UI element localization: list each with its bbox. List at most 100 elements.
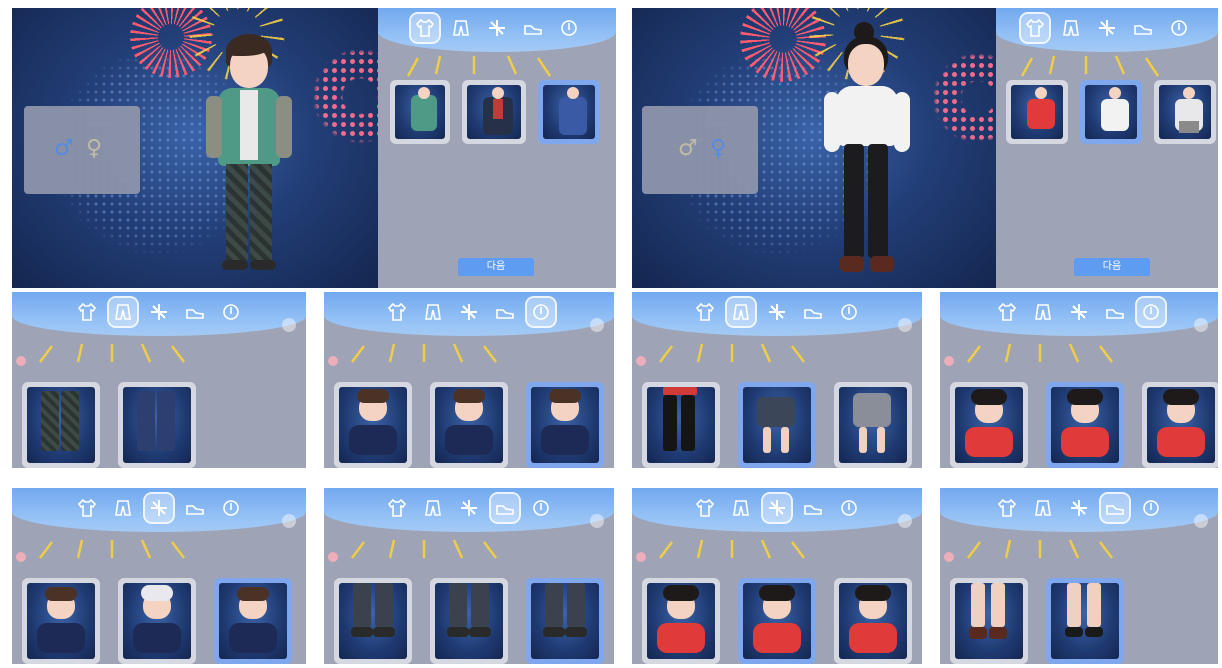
- face-icon[interactable]: [527, 298, 555, 326]
- outfit-option-selected[interactable]: [538, 80, 600, 144]
- face-icon[interactable]: [835, 298, 863, 326]
- face-icon[interactable]: [1137, 494, 1165, 522]
- next-button[interactable]: 다음: [458, 258, 534, 276]
- hair-icon[interactable]: [1065, 494, 1093, 522]
- hair-icon[interactable]: [455, 494, 483, 522]
- option[interactable]: [118, 578, 196, 664]
- option-selected[interactable]: [1046, 578, 1124, 664]
- shoes-icon[interactable]: [491, 298, 519, 326]
- pants-icon[interactable]: [727, 298, 755, 326]
- option-selected[interactable]: [214, 578, 292, 664]
- option[interactable]: [642, 382, 720, 468]
- shirt-icon[interactable]: [73, 298, 101, 326]
- option[interactable]: [950, 382, 1028, 468]
- shoes-icon[interactable]: [1129, 14, 1157, 42]
- shoes-icon[interactable]: [1101, 298, 1129, 326]
- pants-icon[interactable]: [1057, 14, 1085, 42]
- face-icon[interactable]: [217, 298, 245, 326]
- shoes-icon[interactable]: [181, 298, 209, 326]
- option-selected[interactable]: [1046, 382, 1124, 468]
- light-rays: [351, 539, 497, 559]
- option[interactable]: [430, 382, 508, 468]
- hair-icon[interactable]: [483, 14, 511, 42]
- shoes-icon[interactable]: [181, 494, 209, 522]
- shirt-icon[interactable]: [411, 14, 439, 42]
- hair-icon[interactable]: [763, 494, 791, 522]
- option[interactable]: [834, 578, 912, 664]
- option[interactable]: [334, 382, 412, 468]
- option[interactable]: [1142, 382, 1218, 468]
- outfit-option[interactable]: [390, 80, 450, 144]
- pants-icon[interactable]: [419, 298, 447, 326]
- option[interactable]: [430, 578, 508, 664]
- shirt-icon[interactable]: [993, 494, 1021, 522]
- pants-icon[interactable]: [1029, 298, 1057, 326]
- customize-panel: [632, 488, 922, 664]
- pants-icon[interactable]: [1029, 494, 1057, 522]
- decoration: [944, 552, 954, 562]
- shoes-icon[interactable]: [1101, 494, 1129, 522]
- hair-icon[interactable]: [455, 298, 483, 326]
- face-icon[interactable]: [555, 14, 583, 42]
- option[interactable]: [950, 578, 1028, 664]
- customize-panel: [12, 292, 306, 468]
- decoration: [328, 356, 338, 366]
- customize-panel: [632, 292, 922, 468]
- option[interactable]: [834, 382, 912, 468]
- option[interactable]: [642, 578, 720, 664]
- male-gender-icon[interactable]: ♂: [54, 136, 74, 161]
- face-icon[interactable]: [1165, 14, 1193, 42]
- face-icon[interactable]: [217, 494, 245, 522]
- face-icon[interactable]: [835, 494, 863, 522]
- outfit-option[interactable]: [1006, 80, 1068, 144]
- customize-panel-female-shirt: 다음: [996, 8, 1218, 288]
- hair-icon[interactable]: [145, 494, 173, 522]
- option-selected[interactable]: [526, 382, 604, 468]
- shoes-icon[interactable]: [491, 494, 519, 522]
- shirt-icon[interactable]: [1021, 14, 1049, 42]
- female-gender-icon[interactable]: ♀: [86, 136, 102, 161]
- option[interactable]: [22, 382, 100, 468]
- female-gender-icon[interactable]: ♀: [710, 136, 726, 161]
- shoes-icon[interactable]: [799, 298, 827, 326]
- option[interactable]: [334, 578, 412, 664]
- next-button[interactable]: 다음: [1074, 258, 1150, 276]
- light-rays: [39, 539, 185, 559]
- outfit-option-selected[interactable]: [1080, 80, 1142, 144]
- outfit-option[interactable]: [1154, 80, 1216, 144]
- hair-icon[interactable]: [1065, 298, 1093, 326]
- category-bar: [324, 488, 614, 532]
- pants-icon[interactable]: [447, 14, 475, 42]
- shoes-icon[interactable]: [799, 494, 827, 522]
- decoration: [16, 552, 26, 562]
- pants-icon[interactable]: [419, 494, 447, 522]
- hair-icon[interactable]: [145, 298, 173, 326]
- firework-decoration: [312, 48, 378, 144]
- face-icon[interactable]: [527, 494, 555, 522]
- option[interactable]: [22, 578, 100, 664]
- customize-panel: [940, 292, 1218, 468]
- shirt-icon[interactable]: [691, 298, 719, 326]
- outfit-option[interactable]: [462, 80, 526, 144]
- shirt-icon[interactable]: [993, 298, 1021, 326]
- shirt-icon[interactable]: [383, 298, 411, 326]
- shoes-icon[interactable]: [519, 14, 547, 42]
- option-selected[interactable]: [738, 382, 816, 468]
- option-selected[interactable]: [738, 578, 816, 664]
- shirt-icon[interactable]: [73, 494, 101, 522]
- pants-icon[interactable]: [727, 494, 755, 522]
- shirt-icon[interactable]: [383, 494, 411, 522]
- option[interactable]: [118, 382, 196, 468]
- hair-icon[interactable]: [1093, 14, 1121, 42]
- avatar-shoes: [840, 256, 864, 272]
- pants-icon[interactable]: [109, 494, 137, 522]
- shirt-icon[interactable]: [691, 494, 719, 522]
- pants-icon[interactable]: [109, 298, 137, 326]
- light-rays: [967, 343, 1113, 363]
- category-bar: [12, 488, 306, 532]
- face-icon[interactable]: [1137, 298, 1165, 326]
- option-selected[interactable]: [526, 578, 604, 664]
- male-gender-icon[interactable]: ♂: [678, 136, 698, 161]
- category-bar: [378, 8, 616, 52]
- hair-icon[interactable]: [763, 298, 791, 326]
